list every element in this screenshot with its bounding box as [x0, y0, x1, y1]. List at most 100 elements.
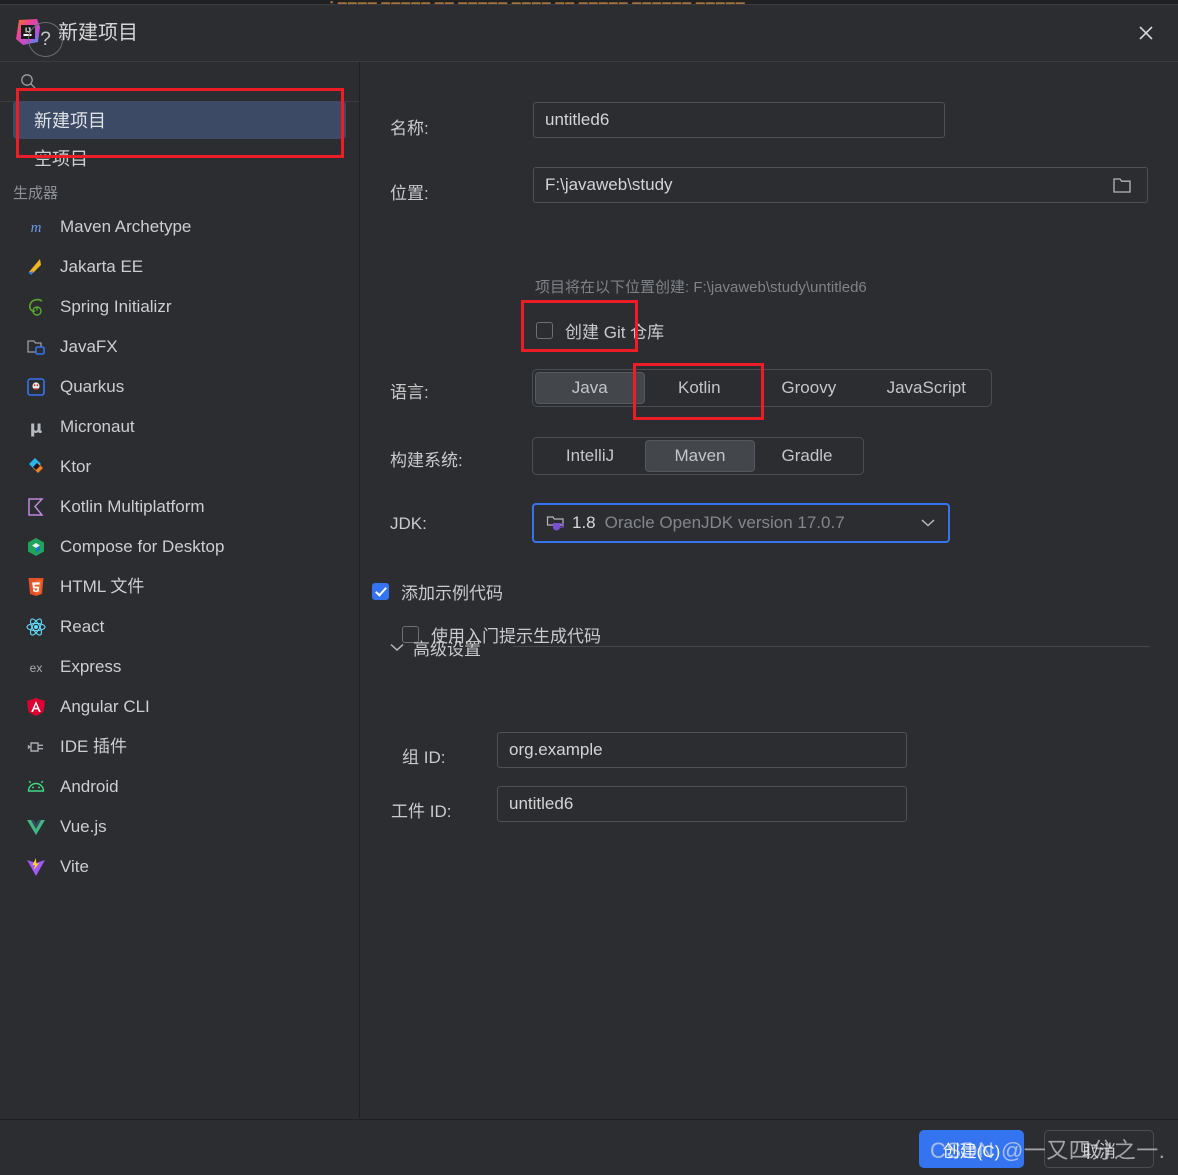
generator-label: Kotlin Multiplatform — [60, 497, 205, 516]
generator-label: Quarkus — [60, 377, 125, 396]
create-git-repo-checkbox[interactable]: 创建 Git 仓库 — [536, 318, 664, 343]
build-system-option-maven[interactable]: Maven — [645, 440, 755, 472]
generator-item-android[interactable]: Android — [0, 767, 359, 807]
generator-item-express[interactable]: ex Express — [0, 647, 359, 687]
jakarta-ee-icon — [25, 256, 47, 278]
group-id-input[interactable] — [497, 732, 907, 768]
generator-label: Micronaut — [60, 417, 135, 436]
android-icon — [25, 776, 47, 798]
dialog-titlebar: IJ 新建项目 — [0, 5, 1178, 62]
advanced-settings-title: 高级设置 — [413, 640, 481, 659]
generator-label: React — [60, 617, 105, 636]
generator-item-jakarta-ee[interactable]: Jakarta EE — [0, 247, 359, 287]
generator-label: Vue.js — [60, 817, 107, 836]
generator-item-kotlin-multiplatform[interactable]: Kotlin Multiplatform — [0, 487, 359, 527]
cancel-button[interactable]: 取消 — [1044, 1130, 1154, 1168]
group-id-label: 组 ID: — [402, 748, 446, 767]
checkbox-label: 创建 Git 仓库 — [565, 323, 665, 342]
jdk-select[interactable]: 1.8 Oracle OpenJDK version 17.0.7 — [532, 503, 950, 543]
search-icon — [20, 73, 37, 95]
name-input[interactable] — [533, 102, 945, 138]
add-sample-code-checkbox[interactable]: 添加示例代码 — [372, 579, 503, 604]
vite-icon — [25, 856, 47, 878]
generators-list: m Maven Archetype Jakarta EE Spring Init… — [0, 207, 359, 887]
sidebar-item-label: 新建项目 — [34, 111, 106, 131]
quarkus-icon — [25, 376, 47, 398]
svg-text:m: m — [31, 220, 42, 236]
generator-item-spring-initializr[interactable]: Spring Initializr — [0, 287, 359, 327]
plugin-icon — [25, 736, 47, 758]
generator-label: Vite — [60, 857, 89, 876]
express-icon: ex — [25, 656, 47, 678]
advanced-settings-divider — [513, 646, 1150, 647]
generator-item-ide-plugin[interactable]: IDE 插件 — [0, 727, 359, 767]
folder-icon[interactable] — [1112, 176, 1132, 200]
language-option-groovy[interactable]: Groovy — [754, 372, 864, 404]
generator-label: Spring Initializr — [60, 297, 172, 316]
checkbox-label: 添加示例代码 — [401, 584, 503, 603]
generator-item-react[interactable]: React — [0, 607, 359, 647]
ktor-icon — [25, 456, 47, 478]
generator-item-ktor[interactable]: Ktor — [0, 447, 359, 487]
javafx-icon — [25, 336, 47, 358]
generator-item-html-file[interactable]: HTML 文件 — [0, 567, 359, 607]
build-system-option-gradle[interactable]: Gradle — [755, 440, 859, 472]
maven-icon: m — [25, 216, 47, 238]
build-system-label: 构建系统: — [390, 451, 463, 470]
sidebar-item-new-project[interactable]: 新建项目 — [13, 101, 346, 139]
micronaut-icon: μ — [25, 416, 47, 438]
jdk-description: Oracle OpenJDK version 17.0.7 — [604, 513, 845, 532]
generator-label: Maven Archetype — [60, 217, 192, 236]
jdk-folder-icon — [546, 514, 565, 533]
help-icon[interactable]: ? — [28, 22, 63, 57]
html5-icon — [25, 576, 47, 598]
chevron-down-icon — [390, 643, 404, 652]
generator-item-quarkus[interactable]: Quarkus — [0, 367, 359, 407]
checkbox-box — [536, 322, 553, 339]
generator-label: Android — [60, 777, 119, 796]
generator-label: Angular CLI — [60, 697, 150, 716]
name-label: 名称: — [390, 119, 429, 138]
generator-item-compose-for-desktop[interactable]: Compose for Desktop — [0, 527, 359, 567]
generator-item-micronaut[interactable]: μ Micronaut — [0, 407, 359, 447]
vue-icon — [25, 816, 47, 838]
generator-item-vite[interactable]: Vite — [0, 847, 359, 887]
language-option-java[interactable]: Java — [535, 372, 645, 404]
dialog-window: IJ 新建项目 新建项目 空项目 生成器 m Maven Archetype J… — [0, 4, 1178, 1175]
generator-label: Jakarta EE — [60, 257, 144, 276]
artifact-id-label: 工件 ID: — [391, 802, 452, 821]
jdk-label: JDK: — [390, 514, 427, 533]
generator-label: Compose for Desktop — [60, 537, 225, 556]
generator-label: HTML 文件 — [60, 577, 145, 596]
dialog-title: 新建项目 — [58, 22, 138, 44]
language-segmented-control: Java Kotlin Groovy JavaScript — [532, 369, 992, 407]
generator-item-angular-cli[interactable]: Angular CLI — [0, 687, 359, 727]
chevron-down-icon — [921, 519, 935, 528]
create-button[interactable]: 创建(C) — [919, 1130, 1024, 1168]
generator-item-vuejs[interactable]: Vue.js — [0, 807, 359, 847]
new-project-dialog-screenshot: ▪ ▬▬▬▬ ▬▬▬▬▬ ▬▬ ▬▬▬▬▬ ▬▬▬▬ ▬▬ ▬▬▬▬▬ ▬▬▬▬… — [0, 0, 1178, 1175]
search-input[interactable] — [46, 68, 340, 96]
generator-label: Express — [60, 657, 122, 676]
language-option-javascript[interactable]: JavaScript — [864, 372, 989, 404]
generator-item-javafx[interactable]: JavaFX — [0, 327, 359, 367]
jdk-version: 1.8 — [572, 513, 596, 532]
language-option-kotlin[interactable]: Kotlin — [645, 372, 755, 404]
generator-item-maven-archetype[interactable]: m Maven Archetype — [0, 207, 359, 247]
artifact-id-input[interactable] — [497, 786, 907, 822]
angular-icon — [25, 696, 47, 718]
sidebar: 新建项目 空项目 生成器 m Maven Archetype Jakarta E… — [0, 62, 360, 1118]
location-label: 位置: — [390, 184, 429, 203]
generators-header: 生成器 — [13, 185, 59, 202]
language-label: 语言: — [390, 383, 429, 402]
location-input[interactable] — [533, 167, 1148, 203]
svg-text:ex: ex — [30, 661, 43, 675]
build-system-segmented-control: IntelliJ Maven Gradle — [532, 437, 864, 475]
close-icon[interactable] — [1124, 15, 1168, 51]
build-system-option-intellij[interactable]: IntelliJ — [535, 440, 645, 472]
generator-label: JavaFX — [60, 337, 118, 356]
advanced-settings-toggle[interactable]: 高级设置 — [390, 635, 481, 660]
sidebar-item-empty-project[interactable]: 空项目 — [13, 139, 346, 177]
generator-label: IDE 插件 — [60, 737, 128, 756]
react-icon — [25, 616, 47, 638]
